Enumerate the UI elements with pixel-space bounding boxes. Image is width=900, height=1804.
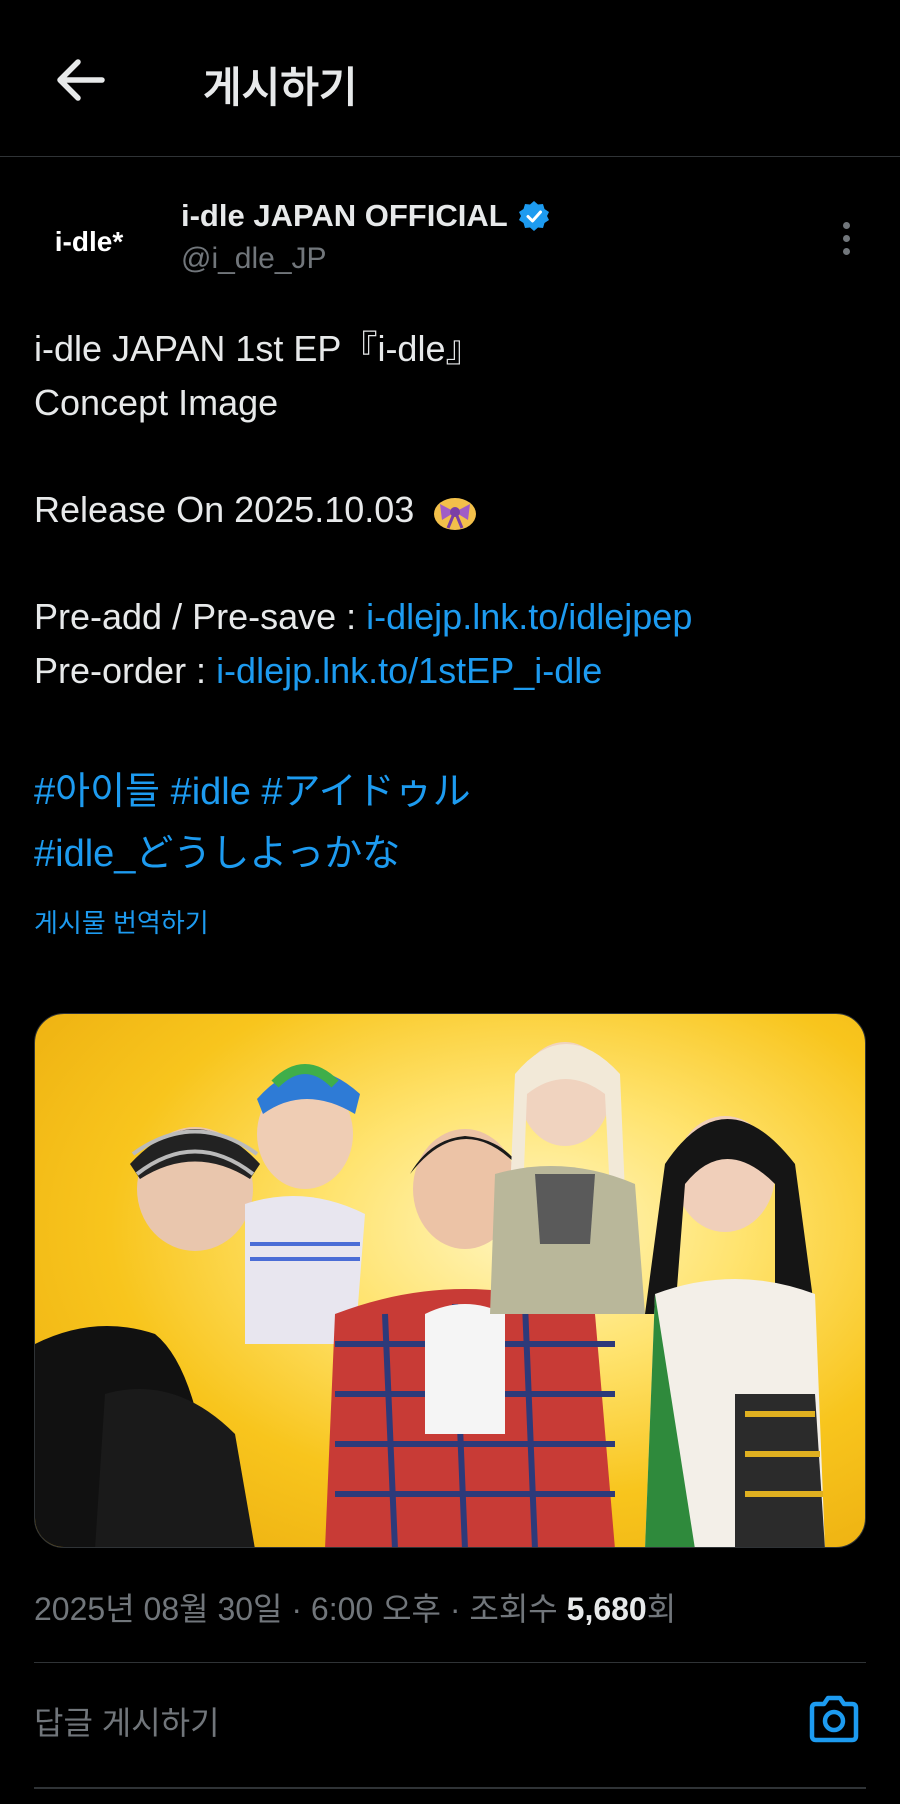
avatar[interactable]: i-dle*: [34, 190, 144, 294]
tweet-line: Concept Image: [34, 382, 279, 423]
page-title: 게시하기: [203, 64, 358, 111]
hashtag-line[interactable]: #idle_どうしよっかな: [34, 823, 874, 885]
preadd-label: Pre-add / Pre-save :: [34, 596, 367, 637]
avatar-logo-text: i-dle*: [54, 226, 124, 257]
top-bar: 게시하기: [0, 0, 900, 157]
views-count[interactable]: 5,680: [567, 1591, 647, 1627]
hashtags: #아이들 #idle #アイドゥル #idle_どうしよっかな: [34, 761, 874, 885]
preadd-line: Pre-add / Pre-save : i-dlejp.lnk.to/idle…: [34, 590, 874, 644]
author-handle[interactable]: @i_dle_JP: [181, 242, 327, 276]
tweet-line: i-dle JAPAN 1st EP『i-dle』: [34, 328, 482, 369]
camera-icon: [809, 1695, 859, 1743]
tweet-author: i-dle* i-dle JAPAN OFFICIAL @i_dle_JP: [34, 190, 866, 294]
translate-post-link[interactable]: 게시물 번역하기: [34, 903, 209, 940]
more-options-button[interactable]: [826, 208, 866, 268]
tweet-time: 6:00 오후: [310, 1591, 441, 1627]
more-dot-icon: [842, 234, 850, 242]
divider: [34, 1787, 866, 1789]
preorder-label: Pre-order :: [34, 650, 217, 691]
group-photo: [35, 1042, 825, 1547]
tweet-body: i-dle JAPAN 1st EP『i-dle』 Concept Image …: [34, 322, 874, 885]
display-name[interactable]: i-dle JAPAN OFFICIAL: [181, 198, 508, 234]
tweet-meta: 2025년 08월 30일 · 6:00 오후 · 조회수 5,680회: [34, 1591, 677, 1627]
tweet-date: 2025년 08월 30일: [34, 1591, 283, 1627]
reply-bar: [34, 1663, 866, 1787]
more-dot-icon: [842, 247, 850, 255]
release-line: Release On 2025.10.03: [34, 483, 874, 537]
ribbon-emoji-icon: [434, 498, 477, 531]
arrow-left-icon: [57, 59, 105, 101]
reply-input[interactable]: [34, 1693, 734, 1753]
preorder-line: Pre-order : i-dlejp.lnk.to/1stEP_i-dle: [34, 644, 874, 698]
views-label: 조회수: [469, 1591, 558, 1627]
preorder-link[interactable]: i-dlejp.lnk.to/1stEP_i-dle: [216, 650, 602, 691]
views-suffix: 회: [646, 1591, 677, 1627]
more-dot-icon: [842, 221, 850, 229]
camera-button[interactable]: [802, 1687, 866, 1751]
hashtag-line[interactable]: #아이들 #idle #アイドゥル: [34, 761, 874, 823]
verified-badge-icon: [518, 201, 549, 231]
tweet-media-image[interactable]: [34, 1013, 866, 1548]
preadd-link[interactable]: i-dlejp.lnk.to/idlejpep: [366, 596, 692, 637]
back-button[interactable]: [44, 44, 116, 116]
author-name-row[interactable]: i-dle JAPAN OFFICIAL: [181, 198, 550, 234]
release-text: Release On 2025.10.03: [34, 489, 415, 530]
